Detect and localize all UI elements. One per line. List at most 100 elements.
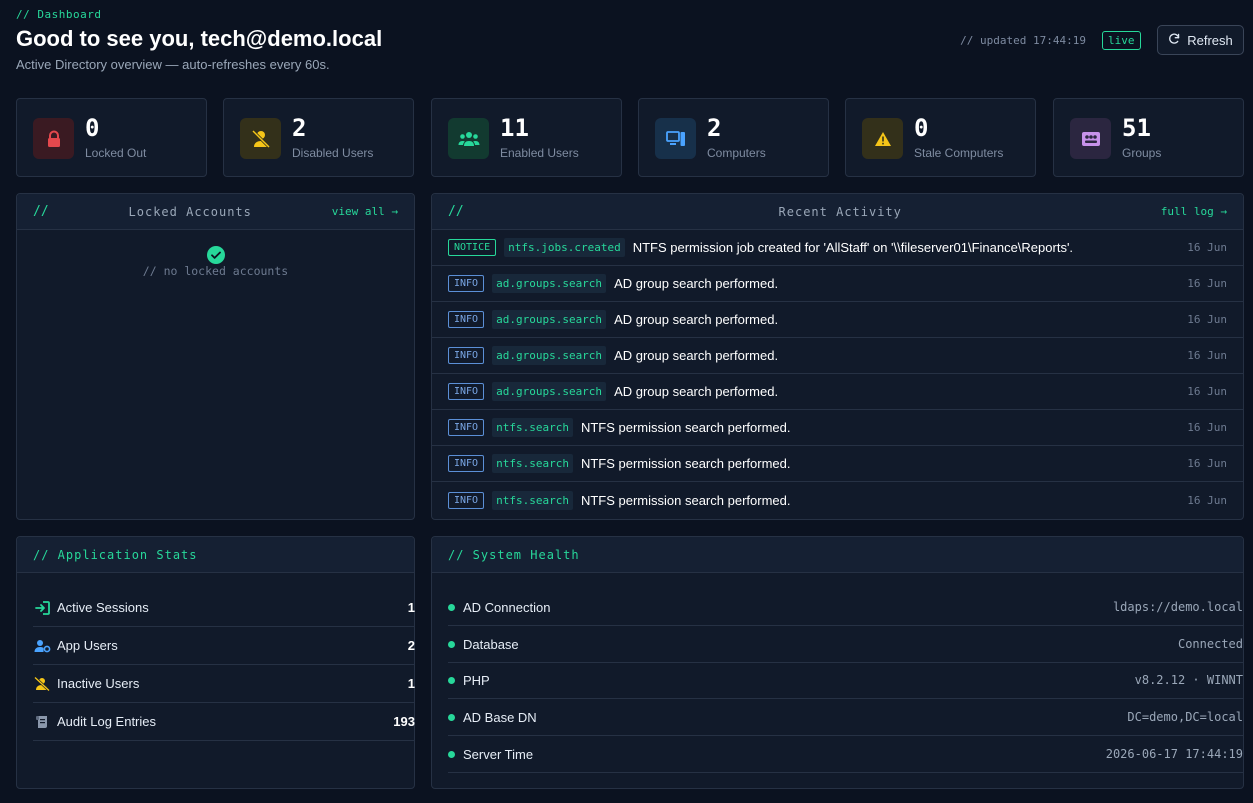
event-message: NTFS permission search performed. [580, 420, 791, 435]
activity-list: NOTICE ntfs.jobs.created NTFS permission… [432, 230, 1243, 518]
health-row-server-time: Server Time 2026-06-17 17:44:19 [448, 736, 1243, 773]
stat-label: Audit Log Entries [57, 714, 157, 729]
panel-header: // Recent Activity full log → [432, 194, 1243, 230]
stat-card-stale-computers[interactable]: 0 Stale Computers [845, 98, 1036, 177]
stat-row-active-sessions: Active Sessions 1 [33, 589, 415, 627]
activity-row[interactable]: INFO ntfs.search NTFS permission search … [432, 446, 1243, 482]
event-message: AD group search performed. [614, 312, 779, 327]
panel-title-text: // Application Stats [33, 547, 198, 562]
health-row-php: PHP v8.2.12 · WINNT [448, 662, 1243, 699]
full-log-link[interactable]: full log → [1161, 205, 1227, 218]
level-badge: INFO [448, 455, 485, 472]
stat-label: Computers [707, 146, 766, 160]
event-message: AD group search performed. [614, 276, 779, 291]
event-date: 16 Jun [1187, 457, 1227, 470]
user-slash-icon [240, 118, 281, 159]
event-tag: ad.groups.search [492, 382, 607, 401]
refresh-icon [1168, 32, 1181, 48]
event-tag: ad.groups.search [492, 274, 607, 293]
groups-icon [1070, 118, 1111, 159]
status-dot [448, 750, 455, 758]
stat-card-locked-out[interactable]: 0 Locked Out [16, 98, 207, 177]
activity-row[interactable]: INFO ad.groups.search AD group search pe… [432, 302, 1243, 338]
level-badge: NOTICE [448, 239, 497, 256]
locked-accounts-panel: // Locked Accounts view all → // no lock… [16, 193, 415, 520]
stat-row-audit-log-entries: Audit Log Entries 193 [33, 703, 415, 741]
breadcrumb: // Dashboard [16, 8, 102, 21]
updated-timestamp: // updated 17:44:19 [960, 34, 1086, 47]
stat-value: 11 [500, 114, 529, 142]
event-date: 16 Jun [1187, 241, 1227, 254]
panel-slash: // [33, 204, 49, 219]
status-dot [448, 640, 455, 648]
level-badge: INFO [448, 311, 485, 328]
refresh-button[interactable]: Refresh [1157, 25, 1244, 55]
warning-icon [862, 118, 903, 159]
health-label: Server Time [463, 746, 534, 762]
event-tag: ntfs.search [492, 454, 573, 473]
activity-row[interactable]: INFO ntfs.search NTFS permission search … [432, 482, 1243, 518]
empty-state-text: // no locked accounts [142, 264, 289, 278]
panel-title-text: // System Health [448, 547, 580, 562]
stat-value: 1 [407, 676, 415, 691]
event-date: 16 Jun [1187, 277, 1227, 290]
level-badge: INFO [448, 419, 485, 436]
event-message: NTFS permission search performed. [580, 492, 791, 508]
event-date: 16 Jun [1187, 385, 1227, 398]
stat-value: 1 [407, 600, 415, 615]
stat-value: 0 [85, 114, 100, 142]
lock-icon [33, 118, 74, 159]
stat-card-enabled-users[interactable]: 11 Enabled Users [431, 98, 622, 177]
health-value: Connected [1177, 637, 1243, 651]
activity-row[interactable]: INFO ntfs.search NTFS permission search … [432, 410, 1243, 446]
panel-title: // Application Stats [33, 548, 198, 562]
event-tag: ad.groups.search [492, 310, 607, 329]
stat-label: Inactive Users [57, 676, 140, 691]
system-health-panel: // System Health AD Connection ldaps://d… [431, 536, 1244, 789]
health-label: AD Base DN [463, 709, 537, 725]
stat-value: 2 [707, 114, 722, 142]
panel-title: Locked Accounts [128, 204, 252, 219]
status-dot [448, 603, 455, 611]
event-message: AD group search performed. [614, 384, 779, 399]
health-row-database: Database Connected [448, 626, 1243, 663]
stat-label: Disabled Users [292, 146, 374, 160]
stat-card-disabled-users[interactable]: 2 Disabled Users [223, 98, 414, 177]
panel-header: // Application Stats [17, 537, 414, 573]
stat-value: 2 [292, 114, 307, 142]
level-badge: INFO [448, 275, 485, 292]
event-message: NTFS permission job created for 'AllStaf… [632, 240, 1074, 255]
sign-in-icon [33, 599, 51, 617]
view-all-link[interactable]: view all → [332, 205, 398, 218]
stat-card-groups[interactable]: 51 Groups [1053, 98, 1244, 177]
level-badge: INFO [448, 491, 485, 509]
activity-row[interactable]: NOTICE ntfs.jobs.created NTFS permission… [432, 230, 1243, 266]
activity-row[interactable]: INFO ad.groups.search AD group search pe… [432, 266, 1243, 302]
event-message: AD group search performed. [614, 348, 779, 363]
page-subtitle: Active Directory overview — auto-refresh… [16, 57, 330, 72]
panel-title: // System Health [448, 548, 580, 562]
activity-row[interactable]: INFO ad.groups.search AD group search pe… [432, 374, 1243, 410]
stat-label: Locked Out [85, 146, 147, 160]
panel-header: // System Health [432, 537, 1243, 573]
level-badge: INFO [448, 383, 485, 400]
stat-label: App Users [57, 638, 118, 653]
stat-value: 2 [407, 638, 415, 653]
page-title: Good to see you, tech@demo.local [16, 26, 383, 51]
stat-label: Enabled Users [500, 146, 579, 160]
activity-row[interactable]: INFO ad.groups.search AD group search pe… [432, 338, 1243, 374]
event-message: NTFS permission search performed. [580, 456, 791, 471]
event-date: 16 Jun [1187, 313, 1227, 326]
panel-slash: // [448, 204, 464, 219]
level-badge: INFO [448, 347, 485, 364]
panel-header: // Locked Accounts view all → [17, 194, 414, 230]
panel-title: Recent Activity [778, 204, 902, 219]
refresh-label: Refresh [1187, 32, 1233, 48]
health-row-ad-connection: AD Connection ldaps://demo.local [448, 589, 1243, 626]
health-row-ad-base-dn: AD Base DN DC=demo,DC=local [448, 699, 1243, 736]
event-tag: ntfs.search [492, 418, 573, 437]
stat-label: Groups [1122, 146, 1162, 160]
stat-card-computers[interactable]: 2 Computers [638, 98, 829, 177]
event-date: 16 Jun [1187, 493, 1227, 507]
status-dot [448, 676, 455, 684]
